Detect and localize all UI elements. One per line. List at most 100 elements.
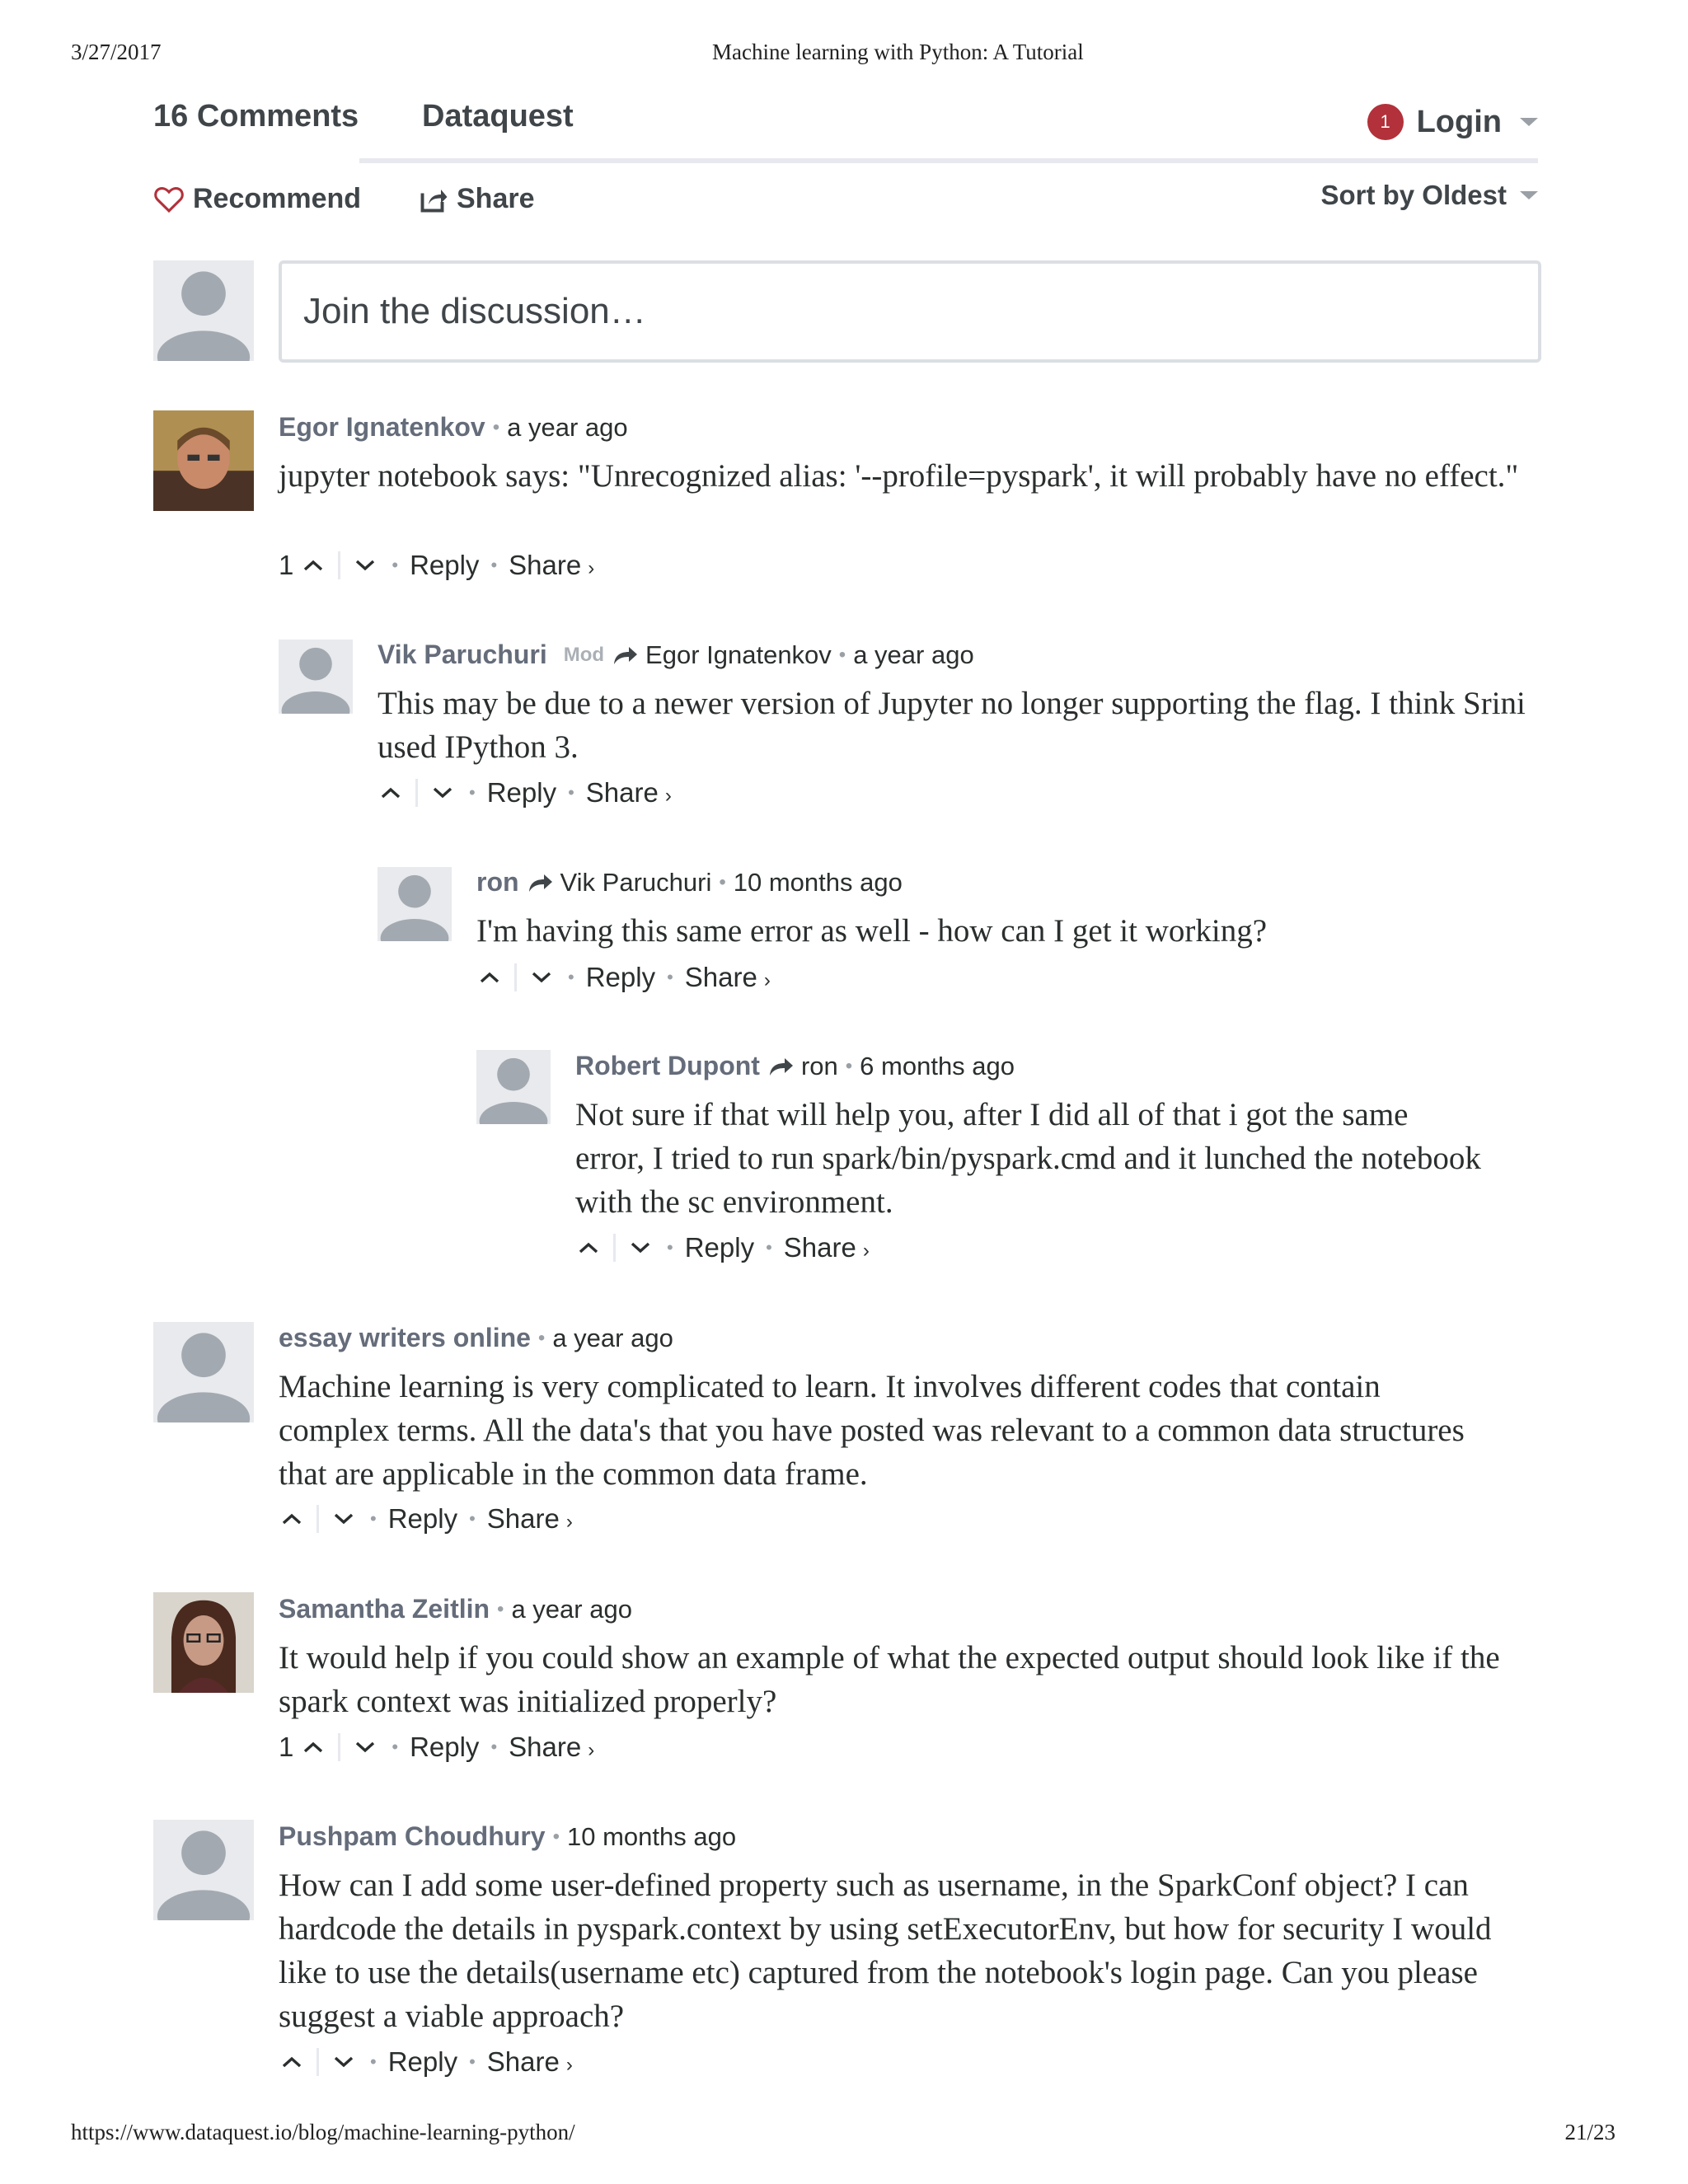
reply-button[interactable]: Reply (388, 2046, 457, 2078)
comment-header: essay writers online • a year ago (279, 1323, 673, 1353)
user-avatar (153, 260, 254, 361)
login-menu[interactable]: 1 Login (1367, 97, 1538, 147)
share-comment-button[interactable]: Share › (509, 550, 594, 581)
action-bar: Recommend Share Sort by Oldest (153, 180, 1538, 224)
share-comment-button[interactable]: Share › (487, 1503, 573, 1535)
heart-icon (154, 186, 184, 213)
downvote-button[interactable] (350, 549, 380, 582)
comment-composer[interactable] (279, 260, 1541, 363)
avatar[interactable] (153, 1820, 254, 1920)
comment-text: This may be due to a newer version of Ju… (377, 686, 1526, 765)
comment-footer: • Reply • Share › (574, 1231, 870, 1264)
comment-timestamp[interactable]: a year ago (507, 413, 628, 443)
reply-button[interactable]: Reply (685, 1232, 754, 1263)
comment-timestamp[interactable]: 10 months ago (567, 1822, 736, 1852)
comment-footer: • Reply • Share › (277, 2046, 573, 2079)
community-tab[interactable]: Dataquest (422, 99, 574, 134)
comment-timestamp[interactable]: 10 months ago (734, 868, 903, 898)
reply-button[interactable]: Reply (410, 1732, 479, 1763)
comment-footer: • Reply • Share › (277, 1502, 573, 1535)
downvote-button[interactable] (626, 1231, 655, 1264)
downvote-button[interactable] (527, 961, 556, 994)
reply-button[interactable]: Reply (586, 962, 655, 993)
print-title: Machine learning with Python: A Tutorial (712, 40, 1084, 64)
sort-dropdown[interactable]: Sort by Oldest (1320, 180, 1538, 211)
comment-text: Machine learning is very complicated to … (279, 1369, 1465, 1492)
share-comment-button[interactable]: Share › (509, 1732, 594, 1763)
chevron-down-icon (356, 560, 375, 571)
chevron-right-icon: › (565, 2054, 573, 2076)
comment-author[interactable]: Egor Ignatenkov (279, 412, 485, 443)
comment-author[interactable]: Samantha Zeitlin (279, 1594, 490, 1624)
reply-arrow-icon (528, 874, 552, 892)
recommend-button[interactable]: Recommend (153, 183, 361, 215)
share-comment-button[interactable]: Share › (586, 777, 672, 808)
upvote-button[interactable] (277, 1502, 307, 1535)
avatar[interactable] (279, 640, 353, 714)
chevron-up-icon (381, 787, 401, 799)
upvote-button[interactable] (277, 2046, 307, 2079)
in-reply-to-author[interactable]: ron (801, 1052, 838, 1081)
comment-timestamp[interactable]: a year ago (853, 640, 974, 670)
comment-timestamp[interactable]: a year ago (511, 1595, 632, 1624)
comment-author[interactable]: Robert Dupont (575, 1051, 760, 1081)
chevron-down-icon (532, 972, 551, 983)
share-comment-button[interactable]: Share › (685, 962, 771, 993)
downvote-button[interactable] (329, 2046, 359, 2079)
comment-text: Not sure if that will help you, after I … (575, 1097, 1481, 1220)
comment-text: It would help if you could show an examp… (279, 1640, 1500, 1719)
chevron-right-icon: › (588, 1739, 595, 1761)
login-label[interactable]: Login (1417, 105, 1502, 140)
comment-header: Robert Dupont ron • 6 months ago (575, 1051, 1015, 1081)
comment-header: Pushpam Choudhury • 10 months ago (279, 1821, 737, 1852)
in-reply-to-author[interactable]: Vik Paruchuri (560, 868, 712, 898)
user-photo-icon (153, 410, 254, 511)
share-thread-button[interactable]: Share (419, 183, 535, 215)
chevron-up-icon (579, 1242, 598, 1254)
comment-timestamp[interactable]: a year ago (552, 1324, 673, 1353)
downvote-button[interactable] (350, 1731, 380, 1764)
upvote-button[interactable] (298, 549, 328, 582)
notification-badge[interactable]: 1 (1367, 104, 1404, 140)
default-avatar-icon (157, 1333, 251, 1422)
chevron-right-icon: › (664, 785, 672, 807)
avatar[interactable] (153, 1592, 254, 1693)
avatar[interactable] (153, 410, 254, 511)
vote-count: 1 (279, 550, 294, 580)
join-discussion-input[interactable] (282, 264, 1538, 359)
print-date: 3/27/2017 (71, 40, 162, 64)
avatar[interactable] (153, 1322, 254, 1422)
share-icon (420, 189, 448, 212)
comment-author[interactable]: ron (476, 867, 519, 898)
in-reply-to-author[interactable]: Egor Ignatenkov (645, 640, 832, 670)
avatar[interactable] (476, 1050, 551, 1124)
avatar[interactable] (377, 867, 452, 941)
upvote-button[interactable] (475, 961, 504, 994)
chevron-down-icon[interactable] (1520, 118, 1538, 126)
reply-button[interactable]: Reply (410, 550, 479, 581)
comment-timestamp[interactable]: 6 months ago (860, 1052, 1015, 1081)
comment-footer: • Reply • Share › (475, 961, 771, 994)
comment-author[interactable]: Pushpam Choudhury (279, 1821, 546, 1852)
reply-button[interactable]: Reply (487, 777, 556, 808)
default-avatar-icon (479, 1057, 548, 1124)
upvote-button[interactable] (574, 1231, 603, 1264)
downvote-button[interactable] (428, 776, 457, 809)
default-avatar-icon (380, 874, 449, 941)
default-avatar-icon (281, 647, 350, 714)
chevron-right-icon: › (862, 1240, 870, 1262)
chevron-down-icon (356, 1741, 375, 1753)
comment-text: How can I add some user-defined property… (279, 1868, 1492, 2034)
downvote-button[interactable] (329, 1502, 359, 1535)
chevron-up-icon (282, 1513, 302, 1525)
comment-author[interactable]: essay writers online (279, 1323, 531, 1353)
share-comment-button[interactable]: Share › (487, 2046, 573, 2078)
comment-count-tab[interactable]: 16 Comments (153, 99, 359, 134)
comment-text: I'm having this same error as well - how… (476, 913, 1268, 949)
tab-divider (359, 158, 1538, 163)
comment-author[interactable]: Vik Paruchuri (377, 640, 547, 670)
upvote-button[interactable] (376, 776, 406, 809)
share-comment-button[interactable]: Share › (784, 1232, 870, 1263)
reply-button[interactable]: Reply (388, 1503, 457, 1535)
upvote-button[interactable] (298, 1731, 328, 1764)
